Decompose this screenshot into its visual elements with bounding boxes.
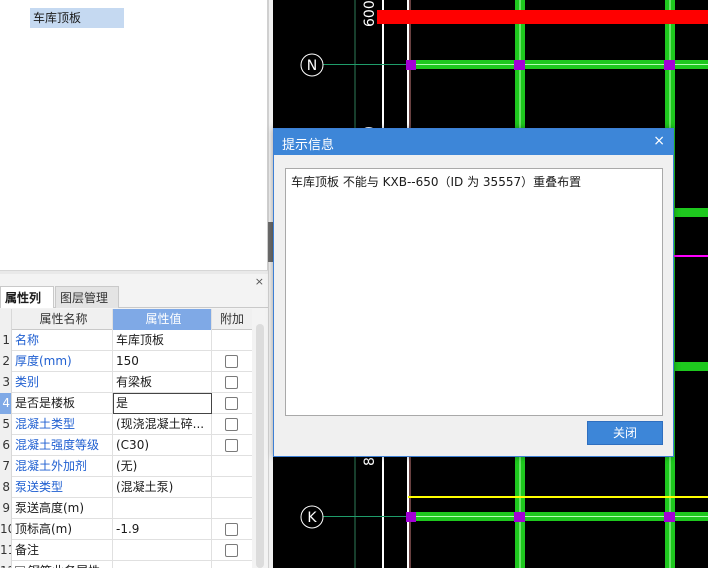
attach-cell [212,456,252,477]
row-index: 1 [0,330,12,351]
tab-layer-management[interactable]: 图层管理 [55,286,119,308]
properties-scrollbar[interactable] [256,324,264,568]
row-index: 2 [0,351,12,372]
attach-checkbox[interactable] [225,397,238,410]
row-index: 5 [0,414,12,435]
property-row[interactable]: 11备注 [0,540,252,561]
attach-checkbox[interactable] [225,418,238,431]
attach-checkbox[interactable] [225,544,238,557]
properties-panel: × 属性列表 图层管理 属性名称 属性值 附加 1名称车库顶板2厚度(mm)15… [0,274,268,568]
row-index: 12 [0,561,12,568]
property-row[interactable]: 7 混凝土外加剂 (无) [0,456,252,477]
property-name-text: 钢筋业务属性 [28,564,100,568]
property-row[interactable]: 5 混凝土类型 (现浇混凝土碎... [0,414,252,435]
property-value[interactable]: (现浇混凝土碎... [113,414,212,435]
column-marker [406,512,416,522]
property-row[interactable]: 2 厚度(mm) 150 [0,351,252,372]
header-property-name[interactable]: 属性名称 [12,309,113,330]
component-tree-panel: 车库顶板 [0,0,268,270]
property-name: 厚度(mm) [12,351,113,372]
property-row[interactable]: 4 是否是楼板是 [0,393,252,414]
property-name: 混凝土外加剂 [12,456,113,477]
attach-cell [212,498,252,519]
property-row[interactable]: 1 名称 车库顶板 [0,330,252,351]
property-name: 泵送高度(m) [12,498,113,519]
property-value[interactable]: 有梁板 [113,372,212,393]
dialog-titlebar[interactable]: 提示信息 × [274,129,673,155]
attach-checkbox[interactable] [225,355,238,368]
property-name: 混凝土强度等级 [12,435,113,456]
row-index: 7 [0,456,12,477]
property-value[interactable]: 150 [113,351,212,372]
dimension-text: 600 [362,0,378,27]
row-index: 9 [0,498,12,519]
attach-cell [212,477,252,498]
tab-property-list[interactable]: 属性列表 [0,286,54,327]
column-marker [664,512,675,522]
attach-checkbox[interactable] [225,439,238,452]
property-name: 混凝土类型 [12,414,113,435]
property-name: 类别 [12,372,113,393]
close-icon[interactable]: × [653,133,665,149]
column-marker [664,60,675,70]
message-dialog: 提示信息 × 车库顶板 不能与 KXB--650（ID 为 35557）重叠布置… [273,128,674,457]
dialog-title: 提示信息 [282,138,335,153]
dialog-message: 车库顶板 不能与 KXB--650（ID 为 35557）重叠布置 [285,168,663,416]
property-name: 顶标高(m) [12,519,113,540]
property-value[interactable]: -1.9 [113,519,212,540]
property-name: 是否是楼板 [12,393,113,414]
row-index: 4 [0,393,12,414]
grid-header-index [0,309,12,330]
row-index: 11 [0,540,12,561]
dimension-text: 8 [362,457,378,466]
header-attach[interactable]: 附加 [212,309,252,330]
row-index: 8 [0,477,12,498]
property-value[interactable] [113,498,212,519]
property-row[interactable]: 9 泵送高度(m) [0,498,252,519]
property-name: 名称 [12,330,113,351]
property-value[interactable]: (混凝土泵) [113,477,212,498]
property-name: 备注 [12,540,113,561]
tree-item-selected[interactable]: 车库顶板 [30,8,124,28]
property-value[interactable]: (C30) [113,435,212,456]
property-name: 泵送类型 [12,477,113,498]
property-tabs: 属性列表 图层管理 [0,286,268,327]
row-index: 10 [0,519,12,540]
property-value[interactable]: (无) [113,456,212,477]
property-row[interactable]: 10顶标高(m)-1.9 [0,519,252,540]
property-name: 钢筋业务属性 [12,561,113,568]
property-row[interactable]: 12 钢筋业务属性 [0,561,252,568]
close-button[interactable]: 关闭 [587,421,663,445]
property-row[interactable]: 6 混凝土强度等级 (C30) [0,435,252,456]
grid-header-row: 属性名称 属性值 附加 [0,309,252,330]
column-marker [406,60,416,70]
attach-cell [212,330,252,351]
header-property-value[interactable]: 属性值 [113,309,212,330]
attach-checkbox[interactable] [225,376,238,389]
property-value[interactable]: 是 [113,393,212,414]
property-row[interactable]: 8 泵送类型 (混凝土泵) [0,477,252,498]
column-marker [514,512,525,522]
attach-cell [212,561,252,568]
property-value[interactable] [113,540,212,561]
column-marker [514,60,525,70]
property-value[interactable]: 车库顶板 [113,330,212,351]
row-index: 6 [0,435,12,456]
row-index: 3 [0,372,12,393]
beam-red [377,10,708,24]
attach-checkbox[interactable] [225,523,238,536]
property-row[interactable]: 3 类别 有梁板 [0,372,252,393]
axis-label-k: K [307,510,317,526]
axis-label-n: N [307,58,317,74]
property-value[interactable] [113,561,212,568]
